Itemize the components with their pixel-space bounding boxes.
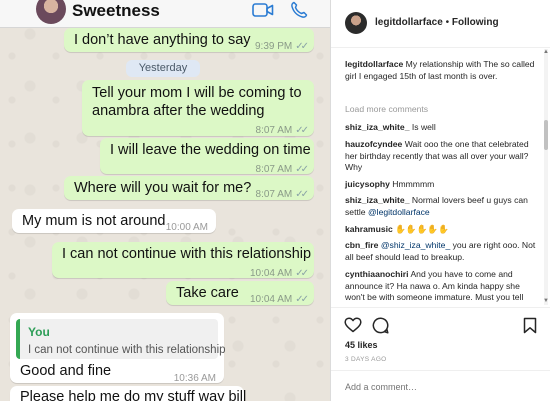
message-meta: 9:39 PM ✓✓	[254, 37, 309, 57]
comment-text: Hmmmmm	[392, 179, 435, 189]
message-bubble-incoming-reply[interactable]: You I can not continue with this relatio…	[10, 313, 226, 384]
read-ticks-icon: ✓✓	[295, 294, 309, 305]
comment: cbn_fire @shiz_iza_white_ you are right …	[345, 240, 537, 263]
caption-username[interactable]: legitdollarface	[345, 59, 403, 69]
message-bubble-incoming[interactable]: My mum is not around 10:00 AM	[12, 209, 216, 233]
message-bubble-outgoing[interactable]: Tell your mom I will be coming to anambr…	[82, 80, 314, 136]
comment: cynthiaanochiri And you have to come and…	[345, 269, 537, 306]
post-actions	[331, 307, 550, 337]
message-text: My mum is not around	[22, 213, 166, 229]
comment-username[interactable]: kahramusic	[345, 224, 393, 234]
message-time: 10:04 AM	[249, 268, 293, 279]
comments-scrollbar[interactable]	[544, 49, 548, 305]
scrollbar-thumb[interactable]	[544, 120, 548, 150]
bookmark-icon[interactable]	[523, 317, 537, 339]
message-text: I will leave the wedding on time	[110, 142, 311, 158]
screenshot-root: Sweetness I don’t have anything to say 9…	[0, 0, 550, 401]
message-text-line2: anambra after the wedding	[92, 103, 265, 119]
read-ticks-icon: ✓✓	[295, 189, 309, 200]
comment-username[interactable]: shiz_iza_white_	[345, 195, 409, 205]
comment-mention[interactable]: @legitdollarface	[368, 207, 430, 217]
message-time: 8:07 AM	[255, 125, 293, 136]
add-comment-bar	[331, 370, 550, 401]
comment-username[interactable]: juicysophy	[345, 179, 390, 189]
quoted-message[interactable]: You I can not continue with this relatio…	[16, 319, 226, 359]
comment: shiz_iza_white_ Normal lovers beef u guy…	[345, 195, 537, 218]
message-time: 10:00 AM	[165, 222, 208, 233]
chat-panel: Sweetness I don’t have anything to say 9…	[0, 0, 330, 401]
message-text: Good and fine	[20, 363, 112, 379]
message-text: I can not continue with this relationshi…	[62, 246, 312, 262]
message-time: 9:39 PM	[254, 41, 293, 52]
load-more-comments-link[interactable]: Load more comments	[345, 104, 428, 114]
comment: kahramusic ✋✋✋✋✋	[345, 224, 537, 236]
comment-text: Is well	[411, 122, 436, 132]
comments-area: legitdollarface My relationship with The…	[331, 49, 543, 306]
read-ticks-icon: ✓✓	[295, 41, 309, 52]
scroll-down-arrow-icon[interactable]: ▼	[543, 298, 549, 304]
message-text: Please help me do my stuff way bill	[20, 389, 247, 401]
comment: hauzofcyndee Wait ooo the one that celeb…	[345, 139, 537, 174]
likes-count[interactable]: 45 likes	[345, 340, 378, 350]
message-text-line1: Tell your mom I will be coming to	[92, 85, 302, 101]
message-bubble-incoming[interactable]: Please help me do my stuff way bill	[10, 386, 247, 401]
comment-text: ✋✋✋✋✋	[395, 224, 449, 234]
message-bubble-outgoing[interactable]: Take care 10:04 AM ✓✓	[166, 281, 314, 305]
read-ticks-icon: ✓✓	[295, 125, 309, 136]
instagram-panel: legitdollarface • Following legitdollarf…	[330, 0, 550, 401]
post-header: legitdollarface • Following	[331, 0, 550, 48]
comment: juicysophy Hmmmmm	[345, 179, 537, 191]
message-meta: 8:07 AM ✓✓	[255, 185, 309, 205]
message-time: 10:04 AM	[249, 294, 293, 305]
message-bubble-outgoing[interactable]: I can not continue with this relationshi…	[52, 242, 314, 279]
day-divider: Yesterday	[126, 60, 200, 77]
comment-username[interactable]: cynthiaanochiri	[345, 269, 409, 279]
quote-text: I can not continue with this relationshi…	[28, 344, 226, 356]
message-text: I don’t have anything to say	[74, 32, 251, 48]
separator-dot: •	[445, 17, 450, 28]
comment-username[interactable]: shiz_iza_white_	[345, 122, 409, 132]
read-ticks-icon: ✓✓	[295, 268, 309, 279]
message-text: Where will you wait for me?	[74, 180, 252, 196]
message-text: Take care	[176, 285, 239, 301]
following-button[interactable]: Following	[452, 17, 499, 28]
comment: shiz_iza_white_ Is well	[345, 122, 537, 134]
quote-author: You	[28, 325, 50, 339]
video-call-icon[interactable]	[252, 2, 274, 23]
scroll-up-arrow-icon[interactable]: ▲	[543, 49, 549, 55]
heart-icon[interactable]	[344, 317, 362, 338]
message-time: 8:07 AM	[255, 164, 293, 175]
profile-avatar[interactable]	[345, 12, 367, 34]
post-author: legitdollarface • Following	[375, 17, 499, 28]
phone-call-icon[interactable]	[289, 0, 309, 25]
post-timestamp: 3 DAYS AGO	[345, 356, 387, 363]
comment-username[interactable]: hauzofcyndee	[345, 139, 402, 149]
add-comment-input[interactable]	[345, 382, 525, 392]
contact-name[interactable]: Sweetness	[72, 1, 160, 21]
message-bubble-outgoing[interactable]: I don’t have anything to say 9:39 PM ✓✓	[64, 28, 314, 52]
chat-header: Sweetness	[0, 0, 330, 28]
comment-username[interactable]: cbn_fire	[345, 240, 378, 250]
message-meta: 10:04 AM ✓✓	[249, 290, 309, 310]
contact-avatar[interactable]	[36, 0, 66, 24]
comment-icon[interactable]	[372, 317, 389, 339]
comment-mention[interactable]: @shiz_iza_white_	[381, 240, 450, 250]
username-link[interactable]: legitdollarface	[375, 17, 443, 28]
message-bubble-outgoing[interactable]: I will leave the wedding on time 8:07 AM…	[100, 138, 314, 175]
message-bubble-outgoing[interactable]: Where will you wait for me? 8:07 AM ✓✓	[64, 176, 314, 200]
read-ticks-icon: ✓✓	[295, 164, 309, 175]
caption: legitdollarface My relationship with The…	[345, 59, 537, 82]
message-time: 8:07 AM	[255, 189, 293, 200]
